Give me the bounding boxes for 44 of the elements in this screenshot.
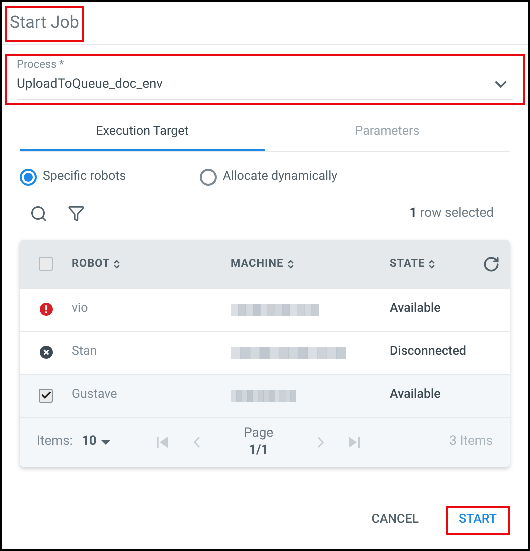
table-row[interactable]: Stan Disconnected <box>20 332 510 374</box>
column-header[interactable]: STATE <box>390 256 470 272</box>
select-all-checkbox[interactable] <box>39 257 53 271</box>
table-row[interactable]: vio Available <box>20 288 510 332</box>
page-number: 1/1 <box>249 442 269 459</box>
state-text: Available <box>390 300 441 318</box>
pixelated-text <box>231 388 296 402</box>
process-field[interactable]: Process * UploadToQueue_doc_env <box>5 54 525 104</box>
chevron-right-icon <box>318 436 324 448</box>
robot-name: Gustave <box>72 386 118 404</box>
filter-icon[interactable] <box>68 205 85 222</box>
radio-label: Allocate dynamically <box>223 168 338 186</box>
process-label: Process * <box>17 58 66 72</box>
selection-count: 1 row selected <box>410 204 494 223</box>
radio-label: Specific robots <box>43 168 126 186</box>
skip-first-icon <box>157 436 168 448</box>
sort-icon <box>288 260 294 268</box>
page-label: Page <box>244 425 274 442</box>
chevron-down-icon <box>495 80 507 88</box>
column-header[interactable]: MACHINE <box>231 256 390 272</box>
cancel-button[interactable]: CANCEL <box>358 506 432 535</box>
robot-name: Stan <box>72 343 98 362</box>
state-text: Available <box>390 386 441 404</box>
sort-icon <box>429 260 436 268</box>
caret-down-icon <box>100 440 111 444</box>
column-header[interactable]: ROBOT <box>72 256 231 272</box>
row-checkbox[interactable] <box>39 388 53 402</box>
page-size-dropdown[interactable]: 10 <box>82 432 111 452</box>
items-label: Items: <box>37 433 73 452</box>
chevron-left-icon <box>194 436 200 448</box>
table-row[interactable]: Gustave Available <box>20 374 510 418</box>
total-items: 3 Items <box>450 433 493 452</box>
tab[interactable]: Execution Target <box>20 116 265 150</box>
skip-last-icon <box>349 436 360 448</box>
start-button[interactable]: START <box>446 506 510 535</box>
process-value: UploadToQueue_doc_env <box>17 76 163 94</box>
dialog-title: Start Job <box>10 13 80 33</box>
state-text: Disconnected <box>390 343 466 362</box>
radio-button[interactable] <box>200 169 217 186</box>
search-icon[interactable] <box>30 204 48 222</box>
robot-name: vio <box>72 300 90 318</box>
sort-icon <box>114 260 120 268</box>
radio-button[interactable] <box>20 169 37 186</box>
refresh-icon[interactable] <box>483 256 500 272</box>
